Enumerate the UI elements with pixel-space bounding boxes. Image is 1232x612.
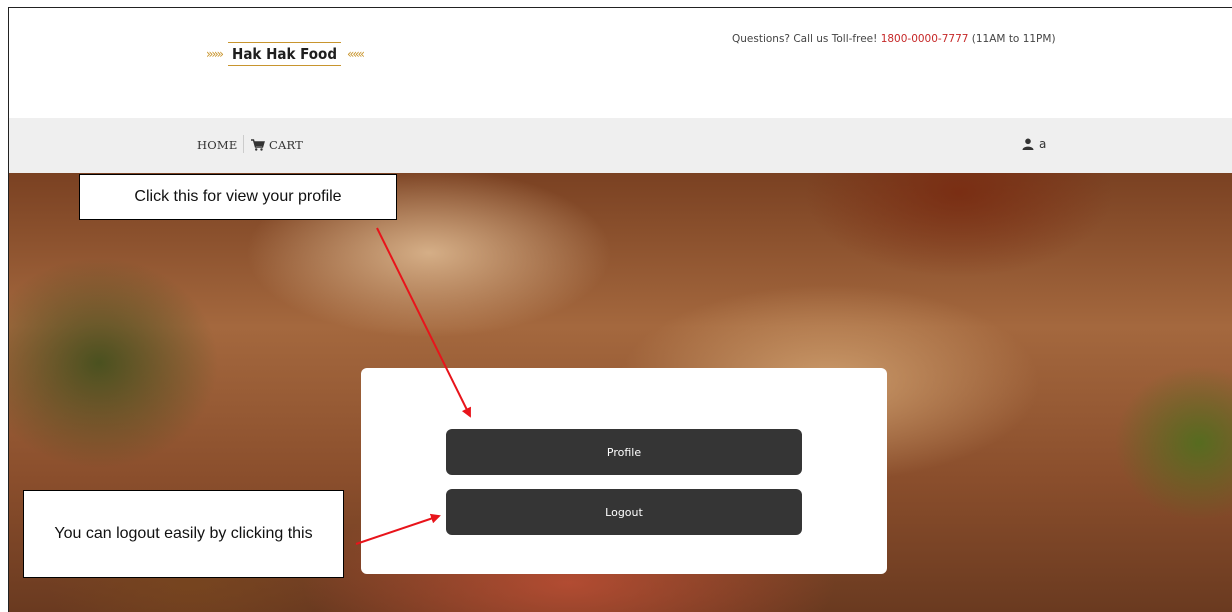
site-logo[interactable]: »»» Hak Hak Food «««: [206, 42, 365, 66]
shopping-cart-icon: [251, 139, 265, 151]
nav-divider: [243, 135, 244, 153]
site-header: »»» Hak Hak Food ««« Questions? Call us …: [9, 8, 1232, 118]
user-menu-toggle[interactable]: a: [1022, 137, 1046, 151]
nav-cart-label: CART: [269, 138, 304, 152]
wheat-left-icon: »»»: [206, 47, 224, 61]
logo-text: Hak Hak Food: [228, 42, 341, 66]
user-menu-card: Profile Logout: [361, 368, 887, 574]
contact-info: Questions? Call us Toll-free! 1800-0000-…: [732, 33, 1056, 45]
nav-home-link[interactable]: HOME: [197, 138, 237, 152]
wheat-right-icon: «««: [346, 47, 365, 61]
logout-callout: You can logout easily by clicking this: [23, 490, 344, 578]
logout-button[interactable]: Logout: [446, 489, 802, 535]
profile-button[interactable]: Profile: [446, 429, 802, 475]
profile-callout: Click this for view your profile: [79, 174, 397, 220]
nav-cart-link[interactable]: CART: [251, 138, 303, 152]
main-nav: HOME CART a: [9, 118, 1232, 173]
contact-hours: (11AM to 11PM): [971, 33, 1056, 45]
user-name: a: [1039, 137, 1047, 151]
user-icon: [1022, 138, 1034, 150]
contact-phone[interactable]: 1800-0000-7777: [881, 33, 969, 45]
contact-prefix: Questions? Call us Toll-free!: [732, 33, 878, 45]
